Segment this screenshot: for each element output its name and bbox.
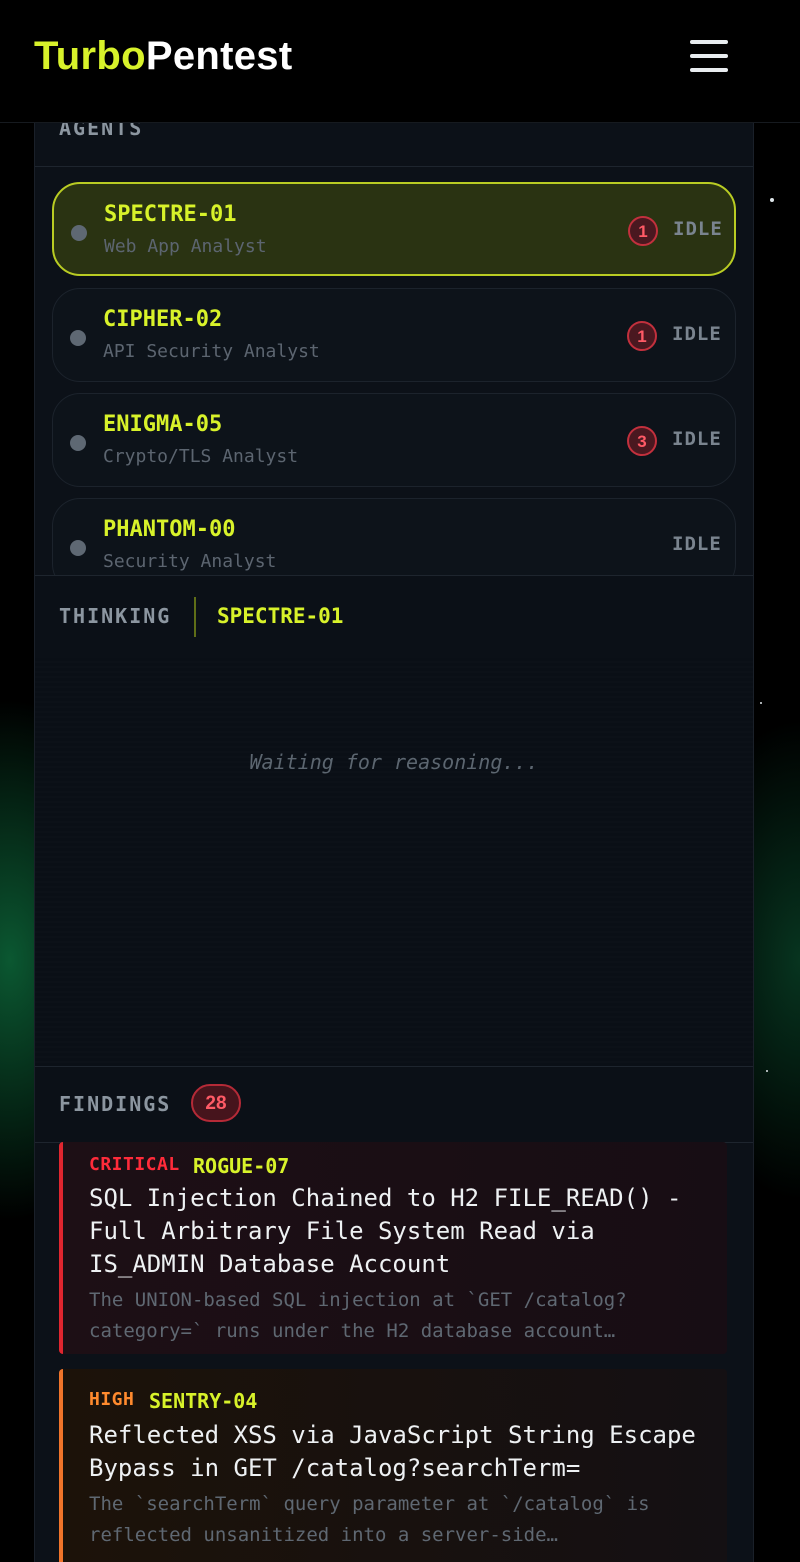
logo-part-pentest: Pentest [145, 34, 293, 78]
agent-finding-count-badge: 1 [627, 321, 657, 351]
agent-status-dot [70, 435, 86, 451]
agent-card-spectre-01[interactable]: SPECTRE-01 Web App Analyst 1 IDLE [52, 182, 736, 276]
thinking-header: THINKING SPECTRE-01 [35, 575, 753, 659]
findings-count-badge: 28 [191, 1084, 241, 1122]
agent-name: ENIGMA-05 [103, 412, 223, 437]
finding-description: The `searchTerm` query parameter at `/ca… [89, 1493, 650, 1546]
finding-agent: ROGUE-07 [193, 1154, 290, 1178]
menu-line [690, 40, 728, 44]
thinking-divider [194, 597, 196, 637]
agent-role: API Security Analyst [103, 341, 320, 362]
menu-line [690, 54, 728, 58]
agent-finding-count-badge: 3 [627, 426, 657, 456]
finding-description: The UNION-based SQL injection at `GET /c… [89, 1289, 627, 1342]
thinking-placeholder: Waiting for reasoning... [249, 750, 539, 774]
agent-finding-count-badge: 1 [628, 216, 658, 246]
hamburger-menu-icon[interactable] [690, 40, 728, 74]
agent-name: CIPHER-02 [103, 307, 223, 332]
menu-line [690, 68, 728, 72]
finding-severity: CRITICAL [89, 1154, 180, 1175]
thinking-label: THINKING [59, 604, 172, 628]
finding-severity: HIGH [89, 1389, 135, 1410]
agent-status-label: IDLE [673, 218, 723, 240]
star-decoration [760, 702, 762, 704]
finding-card[interactable]: HIGH SENTRY-04 Reflected XSS via JavaScr… [59, 1369, 727, 1562]
agent-card-enigma-05[interactable]: ENIGMA-05 Crypto/TLS Analyst 3 IDLE [52, 393, 736, 487]
finding-card[interactable]: CRITICAL ROGUE-07 SQL Injection Chained … [59, 1142, 727, 1354]
agent-status-label: IDLE [672, 533, 722, 555]
agent-name: PHANTOM-00 [103, 517, 236, 542]
agent-status-label: IDLE [672, 323, 722, 345]
agents-list[interactable]: SPECTRE-01 Web App Analyst 1 IDLE CIPHER… [35, 166, 753, 575]
app-logo[interactable]: TurboPentest [34, 34, 292, 79]
agent-status-label: IDLE [672, 428, 722, 450]
agents-header: AGENTS [35, 122, 753, 167]
agent-status-dot [70, 330, 86, 346]
main-panel: AGENTS SPECTRE-01 Web App Analyst 1 IDLE… [34, 122, 754, 1562]
thinking-output[interactable]: Waiting for reasoning... [35, 658, 753, 1066]
thinking-agent-name: SPECTRE-01 [217, 604, 344, 628]
agents-label: AGENTS [59, 122, 144, 140]
agent-card-cipher-02[interactable]: CIPHER-02 API Security Analyst 1 IDLE [52, 288, 736, 382]
finding-title: Reflected XSS via JavaScript String Esca… [89, 1421, 696, 1482]
agent-role: Crypto/TLS Analyst [103, 446, 299, 467]
star-decoration [770, 198, 774, 202]
agent-role: Security Analyst [103, 551, 277, 572]
finding-title: SQL Injection Chained to H2 FILE_READ() … [89, 1184, 682, 1278]
top-bar: TurboPentest [0, 0, 800, 123]
agent-status-dot [70, 540, 86, 556]
findings-header: FINDINGS 28 [35, 1066, 753, 1143]
agent-role: Web App Analyst [104, 236, 267, 257]
finding-agent: SENTRY-04 [149, 1389, 258, 1413]
agent-status-dot [71, 225, 87, 241]
agent-name: SPECTRE-01 [104, 202, 237, 227]
star-decoration [766, 1070, 768, 1072]
logo-part-turbo: Turbo [34, 34, 146, 78]
findings-label: FINDINGS [59, 1092, 172, 1116]
agent-card-phantom-00[interactable]: PHANTOM-00 Security Analyst IDLE [52, 498, 736, 575]
